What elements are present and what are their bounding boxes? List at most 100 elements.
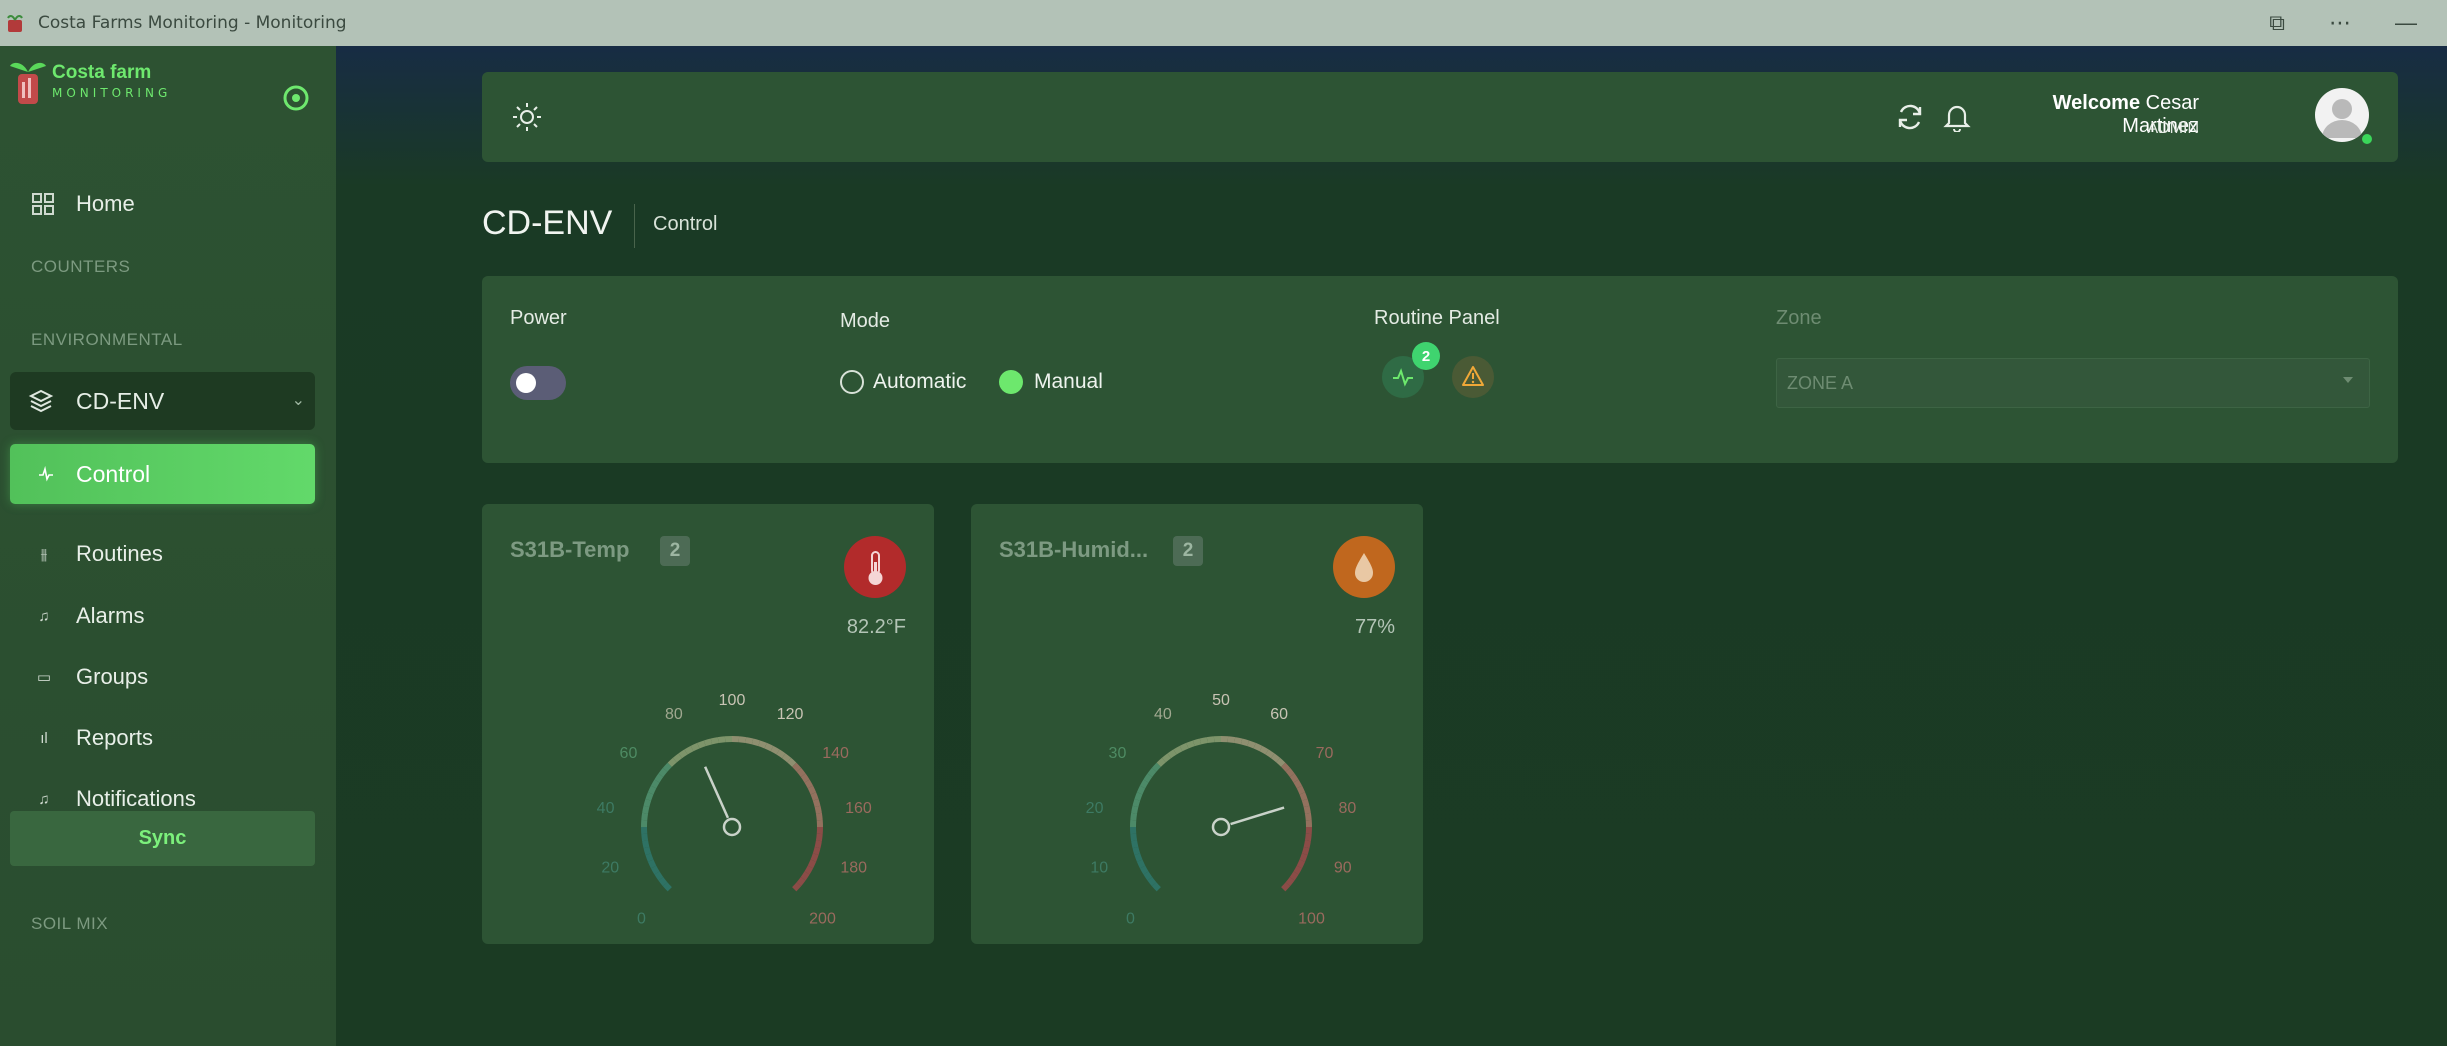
sidebar-item-label: Home: [76, 191, 135, 216]
zone-select[interactable]: ZONE A: [1776, 358, 2370, 408]
gauge-arc-segment: [1296, 859, 1306, 869]
gauge-tick-label: 50: [1212, 692, 1230, 709]
gauge-arc-segment: [1301, 798, 1310, 808]
mode-manual-label[interactable]: Manual: [1034, 370, 1103, 394]
section-counters[interactable]: COUNTERS: [31, 257, 130, 277]
gauge-arc-segment: [672, 753, 683, 763]
sidebar-item-routines[interactable]: ⫵ Routines: [10, 529, 315, 579]
window-title: Costa Farms Monitoring - Monitoring: [38, 13, 347, 33]
picture-in-picture-icon[interactable]: ⧉: [2269, 10, 2285, 36]
sensor-card-temp[interactable]: S31B-Temp 2 82.2°F 0 20 40 60 80 100 120 140 160…: [482, 504, 934, 944]
gauge-arc-segment: [650, 779, 660, 789]
gauge-arc-segment: [1281, 762, 1291, 772]
gauge-arc-segment: [1293, 779, 1303, 789]
gauge-tick-label: 100: [1298, 911, 1325, 928]
minimize-button[interactable]: —: [2395, 10, 2417, 36]
gauge-arc-segment: [1285, 767, 1295, 778]
gauge-arc-segment: [658, 876, 668, 887]
gauge-arc-segment: [654, 773, 664, 783]
sensor-reading: 77%: [1354, 616, 1395, 638]
gauge-arc-segment: [815, 812, 823, 821]
gauge-tick-label: 200: [809, 911, 836, 928]
gauge-arc-segment: [1293, 865, 1303, 875]
brand-logo[interactable]: Costa farm MONITORING: [8, 54, 198, 112]
gauge-tick-label: 160: [845, 800, 872, 817]
sidebar-item-alarms[interactable]: ♫ Alarms: [10, 591, 315, 641]
gauge-tick-label: 0: [1126, 911, 1135, 928]
warning-icon: [1462, 366, 1484, 386]
sidebar-group-cd-env[interactable]: CD-ENV ⌄: [10, 372, 315, 430]
section-environmental[interactable]: ENVIRONMENTAL: [31, 330, 183, 350]
gauge-arc-segment: [1289, 773, 1299, 783]
gauge-arc-segment: [770, 745, 780, 755]
gauge-arc-segment: [643, 846, 652, 856]
sensor-name: S31B-Temp: [510, 537, 630, 562]
sidebar-item-label: Groups: [76, 664, 149, 689]
sidebar-item-groups[interactable]: ▭ Groups: [10, 652, 315, 702]
temperature-gauge: 0 20 40 60 80 100 120 140 160 180 200: [597, 692, 872, 928]
gauge-arc-segment: [703, 738, 713, 747]
gauge-arc-segment: [1186, 740, 1195, 749]
sidebar-item-label: Control: [76, 460, 151, 487]
gauge-arc-segment: [745, 737, 754, 745]
sidebar-item-home[interactable]: Home: [10, 176, 315, 232]
mode-manual-radio[interactable]: [999, 370, 1023, 394]
gauge-arc-segment: [1136, 859, 1146, 869]
gauge-arc-segment: [792, 882, 802, 892]
routine-count-badge: 2: [1412, 342, 1440, 370]
gauge-arc-segment: [642, 840, 650, 849]
gauge-arc-segment: [645, 853, 654, 862]
gauge-arc-segment: [1247, 740, 1256, 749]
gauge-needle: [703, 766, 730, 819]
gauge-hub: [1211, 817, 1231, 837]
sensor-card-humidity[interactable]: S31B-Humid... 2 77% 0 10 20 30 40 50 60 70 80 90 1…: [971, 504, 1423, 944]
mode-automatic-label[interactable]: Automatic: [873, 370, 966, 394]
bell-icon[interactable]: [1943, 102, 1971, 132]
gauge-arc-segment: [647, 859, 657, 869]
gauge-arc-segment: [710, 737, 719, 745]
gauge-arc-segment: [1139, 779, 1149, 789]
gauge-tick-label: 40: [1154, 706, 1172, 723]
gauge-arc-segment: [697, 740, 706, 749]
mode-automatic-radio[interactable]: [840, 370, 864, 394]
power-toggle[interactable]: [510, 366, 566, 400]
sun-icon[interactable]: [512, 102, 542, 132]
online-status-dot: [2360, 132, 2374, 146]
routine-warning-button[interactable]: [1452, 356, 1494, 398]
target-icon[interactable]: [282, 84, 310, 112]
thermometer-icon: [844, 536, 906, 598]
gauge-arc-segment: [812, 846, 821, 856]
gauge-arc-segment: [1151, 882, 1161, 892]
gauge-tick-label: 30: [1109, 745, 1127, 762]
gauge-tick-label: 180: [840, 860, 867, 877]
gauge-arc-segment: [1227, 736, 1236, 744]
more-options-icon[interactable]: ⋯: [2329, 10, 2351, 36]
gauge-arc-segment: [1167, 749, 1177, 759]
refresh-icon[interactable]: [1895, 102, 1925, 132]
gauge-arc-segment: [792, 762, 802, 772]
gauge-arc-segment: [1299, 792, 1308, 801]
section-soil-mix[interactable]: SOIL MIX: [31, 914, 108, 934]
brand-name: Costa farm: [52, 62, 152, 83]
gauge-tick-label: 60: [620, 745, 638, 762]
gauge-needle: [1230, 806, 1285, 826]
sensor-name: S31B-Humid...: [999, 537, 1149, 562]
gauge-arc-segment: [1173, 745, 1183, 755]
gauge-arc-segment: [641, 833, 649, 842]
sidebar-item-control[interactable]: Control: [10, 444, 315, 504]
gauge-arc-segment: [1131, 840, 1139, 849]
gauge-tick-label: 90: [1334, 860, 1352, 877]
sidebar-item-reports[interactable]: ıl Reports: [10, 713, 315, 763]
gauge-arc-segment: [1143, 773, 1153, 783]
plant-logo-icon: [10, 62, 46, 104]
gauge-arc-segment: [1132, 846, 1141, 856]
zone-label: Zone: [1776, 307, 1822, 329]
sync-button[interactable]: Sync: [10, 811, 315, 866]
gauge-arc-segment: [662, 882, 672, 892]
main-content: Welcome Cesar Martinez ADMIN CD-ENV Cont…: [336, 46, 2447, 1046]
gauge-arc-segment: [796, 876, 806, 887]
gauge-arc-segment: [1192, 738, 1202, 747]
gauge-arc-segment: [1304, 833, 1312, 842]
folder-icon: ▭: [36, 669, 52, 686]
dropdown-arrow-icon: [2343, 377, 2353, 383]
